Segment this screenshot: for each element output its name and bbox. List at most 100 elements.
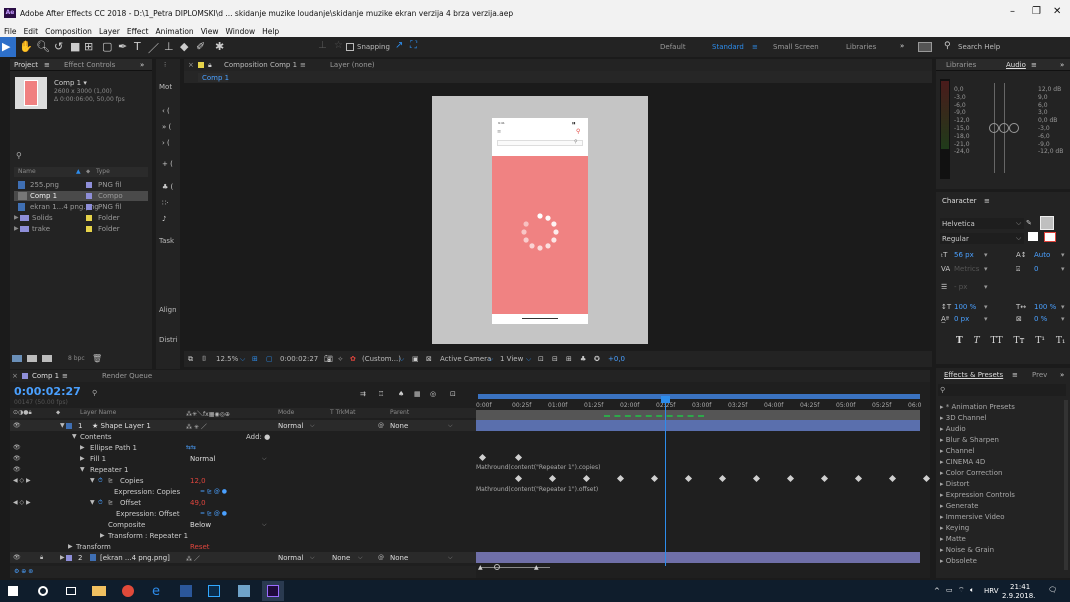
rectangle-tool-icon[interactable]: ▢ [102, 40, 112, 53]
camera-tool-icon[interactable]: ■ [70, 40, 80, 53]
keyframe-icon[interactable] [820, 474, 829, 483]
keyframe-icon[interactable] [922, 474, 931, 483]
playhead[interactable] [665, 396, 666, 566]
mode-chevron-icon[interactable]: ⌵ [310, 422, 315, 430]
motion-blur-icon[interactable]: ◎ [430, 390, 436, 398]
panel-overflow-icon[interactable]: » [140, 61, 144, 69]
menu-help[interactable]: Help [262, 27, 279, 36]
expand-arrow-icon[interactable]: ▶ [60, 554, 65, 561]
add-property-button[interactable]: Add: ● [246, 433, 270, 441]
transparency-grid-icon[interactable]: ⊠ [426, 355, 432, 363]
menu-animation[interactable]: Animation [155, 27, 193, 36]
table-row[interactable]: ◀ ◇ ▶ ▼ ⏱ ⊵ Copies 12,0 [10, 475, 486, 486]
flowchart-icon[interactable]: ♣ [580, 355, 586, 363]
layer-2-bar[interactable] [476, 552, 920, 563]
label-color-icon[interactable] [66, 555, 72, 561]
zoom-tool-icon[interactable]: 🔍︎ [36, 40, 50, 53]
word-icon[interactable] [180, 585, 192, 597]
expand-arrow-icon[interactable]: ▶ [80, 444, 85, 451]
maximize-button[interactable]: ❐ [1032, 6, 1041, 17]
wifi-icon[interactable]: ⌔ [958, 586, 965, 595]
camera-chevron-icon[interactable]: ⌵ [488, 355, 493, 364]
cortana-icon[interactable] [38, 586, 48, 596]
mode-header[interactable]: Mode [278, 409, 294, 416]
expand-arrow-icon[interactable]: ▶ [14, 214, 19, 221]
exposure-value[interactable]: +0,0 [608, 355, 625, 363]
table-row[interactable]: 👁︎ ▼ Repeater 1 [10, 464, 486, 475]
baseline-chevron-icon[interactable]: ▾ [984, 315, 988, 323]
composition-tab[interactable]: Composition Comp 1 [224, 61, 297, 69]
comp-timecode[interactable]: 0:00:02:27 [280, 355, 318, 363]
grid-toggle-icon[interactable]: ⊞ [252, 355, 258, 363]
effects-search-input[interactable]: ⚲ [938, 384, 1066, 396]
eyedropper-icon[interactable]: ✎ [1026, 219, 1032, 227]
project-search-icon[interactable]: ⚲ [16, 151, 22, 160]
fill-mode-dropdown[interactable]: Normal [190, 455, 215, 463]
effect-category-item[interactable]: ▸ CINEMA 4D [940, 458, 985, 466]
expand-arrow-icon[interactable]: ▶ [14, 225, 19, 232]
effect-category-item[interactable]: ▸ 3D Channel [940, 414, 987, 422]
expand-arrow-icon[interactable]: ▶ [68, 543, 73, 550]
audio-knob-icon[interactable] [989, 123, 999, 133]
close-timeline-tab-icon[interactable]: × [12, 372, 18, 380]
expression-switches-icon[interactable]: = ⊵ @ ● [200, 488, 227, 495]
layer-name[interactable]: ★ Shape Layer 1 [92, 422, 151, 430]
edge-icon[interactable]: e [152, 584, 160, 599]
type-tool-icon[interactable]: T [134, 40, 141, 53]
search-help-input[interactable]: Search Help [958, 43, 1000, 51]
composite-dropdown[interactable]: Below [190, 521, 211, 529]
expand-arrow-icon[interactable]: ▼ [90, 477, 95, 484]
effect-category-item[interactable]: ▸ Distort [940, 480, 969, 488]
superscript-button[interactable]: T¹ [1035, 336, 1045, 346]
network-icon[interactable]: ▭ [946, 586, 953, 594]
layer-parent-dropdown[interactable]: None [390, 554, 408, 562]
zoom-in-icon[interactable]: ▲ [534, 564, 539, 571]
playhead-handle-icon[interactable] [661, 396, 670, 403]
effect-category-item[interactable]: ▸ Matte [940, 535, 966, 543]
effect-category-item[interactable]: ▸ Blur & Sharpen [940, 436, 999, 444]
step-icon[interactable]: » ( [162, 123, 171, 131]
list-item[interactable]: 255.png PNG fil [14, 180, 148, 190]
render-queue-tab[interactable]: Render Queue [102, 372, 152, 380]
play-icon[interactable]: › ( [162, 139, 170, 147]
layer-mode-dropdown[interactable]: Normal [278, 554, 303, 562]
pickwhip-icon[interactable]: @ [378, 554, 384, 561]
interpret-footage-icon[interactable] [12, 355, 22, 362]
table-row[interactable]: 👁︎ ▶ Ellipse Path 1 ⇆⇆ [10, 442, 486, 453]
effect-category-item[interactable]: ▸ Audio [940, 425, 966, 433]
keyframe-icon[interactable] [616, 474, 625, 483]
audio-tab[interactable]: Audio [1006, 61, 1026, 69]
timeline-comp-tab[interactable]: Comp 1 [32, 372, 59, 380]
table-row[interactable]: 👁︎ 🔒︎ ▶ 2 [ekran ...4 png.png] ⁂ ／ Norma… [10, 552, 486, 563]
reset-transform-link[interactable]: Reset [190, 543, 210, 551]
effect-category-item[interactable]: ▸ Expression Controls [940, 491, 1015, 499]
after-effects-taskbar-icon[interactable] [262, 581, 284, 601]
tab-menu-icon[interactable]: ≡ [300, 61, 306, 69]
zoom-chevron-icon[interactable]: ⌵ [240, 355, 245, 364]
layer-mode-dropdown[interactable]: Normal [278, 422, 303, 430]
add-icon[interactable]: + ( [162, 160, 173, 168]
keyframe-icon[interactable] [684, 474, 693, 483]
project-col-name[interactable]: Name [18, 168, 36, 175]
graph-icon[interactable]: ⊵ [108, 499, 113, 506]
effect-category-item[interactable]: ▸ Color Correction [940, 469, 1002, 477]
fast-preview-icon[interactable]: ⊟ [552, 355, 558, 363]
selection-tool-icon[interactable]: ▶ [2, 40, 10, 53]
comp-mini-flowchart-icon[interactable]: ⇉ [360, 390, 366, 398]
small-caps-button[interactable]: Tт [1014, 336, 1025, 346]
workspace-default[interactable]: Default [660, 43, 686, 51]
visibility-icon[interactable]: 👁︎ [13, 422, 21, 429]
close-button[interactable]: ✕ [1053, 6, 1061, 17]
hand-tool-icon[interactable]: ✋ [19, 40, 33, 53]
brush-tool-icon[interactable]: ／ [148, 40, 159, 56]
effect-category-item[interactable]: ▸ Channel [940, 447, 974, 455]
size-chevron-icon[interactable]: ▾ [984, 251, 988, 259]
table-row[interactable]: 👁︎ ▼ 1 ★ Shape Layer 1 ⁂ ✳ ／ Normal ⌵ @ … [10, 420, 486, 431]
world-axis-icon[interactable]: ☆ [334, 40, 343, 51]
panel-overflow-icon[interactable]: » [1060, 371, 1064, 379]
exposure-icon[interactable]: ✪ [594, 355, 600, 363]
tracking-chevron-icon[interactable]: ▾ [1061, 265, 1065, 273]
expand-arrow-icon[interactable]: ▶ [80, 455, 85, 462]
close-tab-icon[interactable]: × [188, 61, 194, 69]
libraries-tab[interactable]: Libraries [946, 61, 976, 69]
